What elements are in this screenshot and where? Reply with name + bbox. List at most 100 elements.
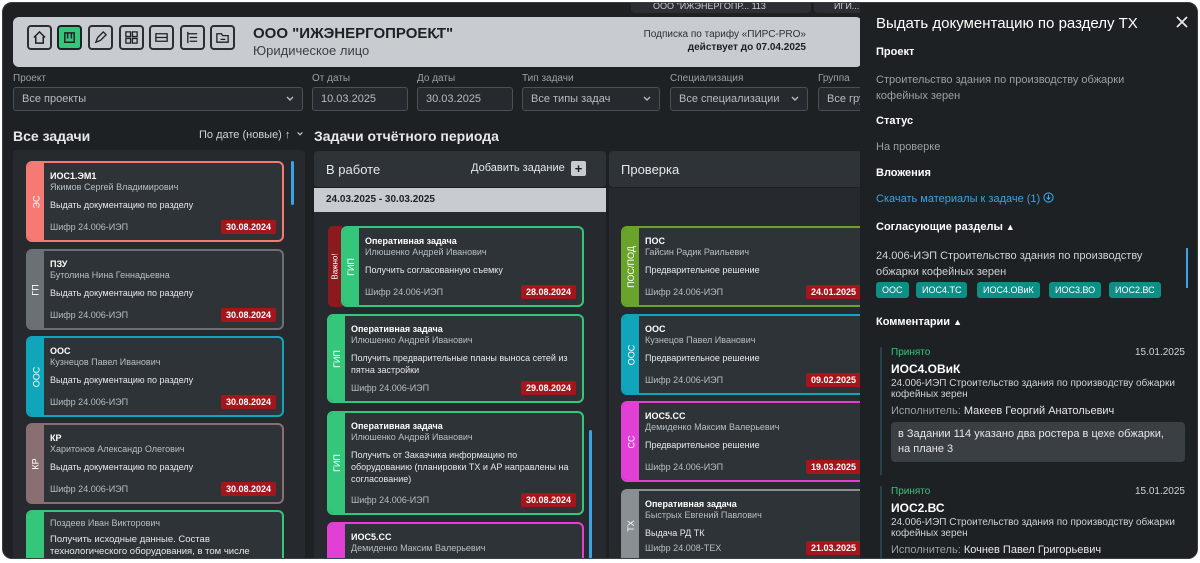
filter-group-select[interactable]: Все гру <box>818 87 862 111</box>
all-tasks-scrollbar[interactable] <box>291 161 294 205</box>
card-strip-label: СС <box>626 435 636 448</box>
card-desc: Выдача РД ТК <box>645 528 705 538</box>
card-strip: ООС <box>623 316 639 393</box>
chevron-down-icon <box>791 96 799 101</box>
card-strip-label: ГИП <box>332 349 342 368</box>
all-tasks-title: Все задачи <box>13 128 91 144</box>
card-code: КР <box>50 433 62 443</box>
section-tag[interactable]: ИОС2.ВС <box>1109 282 1161 298</box>
executor-name: Кочнев Павел Григорьевич <box>963 544 1102 556</box>
column-header-in-progress: В работе Добавить задание + <box>314 151 606 187</box>
add-task-button[interactable]: Добавить задание <box>471 162 565 174</box>
filter-date-from-input[interactable]: 10.03.2025 <box>312 87 408 111</box>
card-person: Демиденко Максим Валерьевич <box>351 543 486 553</box>
filter-task-type-select[interactable]: Все типы задач <box>522 87 660 111</box>
filter-date-from-value: 10.03.2025 <box>321 93 377 105</box>
filter-project-select[interactable]: Все проекты <box>13 87 303 111</box>
org-name: ООО "ИЖЭНЕРГОПРОЕКТ" <box>253 25 454 42</box>
card-person: Гайсин Радик Раильевич <box>645 247 750 257</box>
card-date-badge: 30.08.2024 <box>220 220 276 234</box>
comment-item: Принято 15.01.2025 ИОС2.ВС 24.006-ИЭП Ст… <box>880 486 1185 558</box>
caret-up-icon: ▲ <box>953 317 963 327</box>
task-card[interactable]: КР КР Харитонов Александр Олегович Выдат… <box>26 423 284 504</box>
task-card[interactable]: ЭС ИОС1.ЭМ1 Якимов Сергей Владимирович В… <box>26 161 284 242</box>
cards-button[interactable] <box>149 25 174 50</box>
comment-item: Принято 15.01.2025 ИОС4.ОВиК 24.006-ИЭП … <box>880 347 1185 475</box>
filter-date-to-label: До даты <box>417 73 456 84</box>
home-button[interactable] <box>27 25 52 50</box>
add-task-label: Добавить задание <box>471 162 565 174</box>
panel-title: Выдать документацию по разделу ТХ <box>876 15 1138 32</box>
important-flag: Важно! <box>328 226 342 307</box>
subscription-text: Подписка по тарифу «ПИРС-PRO» <box>643 29 806 40</box>
task-card[interactable]: Поздеев Иван Викторович Получить исходны… <box>26 510 284 558</box>
board-icon <box>64 32 75 43</box>
task-card[interactable]: ГИП Оперативная задача Илюшенко Андрей И… <box>341 226 584 307</box>
list-tree-icon <box>187 31 198 44</box>
section-tag[interactable]: ООС <box>876 282 909 298</box>
card-code: ИОС5.СС <box>645 411 686 421</box>
filter-specialization-select[interactable]: Все специализации <box>670 87 808 111</box>
section-tag[interactable]: ИОС3.ВО <box>1049 282 1102 298</box>
card-strip-label: ПОС/ПОД <box>626 245 636 288</box>
card-date-badge: 30.08.2024 <box>520 493 576 507</box>
section-tag[interactable]: ИОС4.ОВиК <box>977 282 1040 298</box>
comment-code: ИОС2.ВС <box>891 501 945 515</box>
task-card[interactable]: ГИП Оперативная задача Илюшенко Андрей И… <box>327 411 584 515</box>
task-card[interactable]: СС ИОС5.СС Демиденко Максим Валерьевич П… <box>621 401 871 482</box>
card-strip <box>329 524 345 558</box>
card-code: ИОС5.СС <box>351 532 392 542</box>
comment-date: 15.01.2025 <box>1134 486 1185 497</box>
card-cipher: Шифр 24.006-ИЭП <box>365 287 444 297</box>
card-desc: Выдать документацию по разделу <box>50 462 194 472</box>
sort-dropdown[interactable]: По дате (новые) ↑ <box>199 129 304 141</box>
card-cipher: Шифр 24.006-ИЭП <box>645 287 724 297</box>
card-strip: ТХ <box>623 491 639 558</box>
card-date-badge: 09.02.2025 <box>805 373 861 387</box>
card-cipher: Шифр 24.006-ИЭП <box>645 375 724 385</box>
card-code: ИОС1.ЭМ1 <box>50 171 97 181</box>
list-button[interactable] <box>180 25 205 50</box>
card-date-badge: 21.03.2025 <box>805 541 861 555</box>
attachments-label: Вложения <box>876 167 931 179</box>
card-date-badge: 29.08.2024 <box>520 381 576 395</box>
comment-code: ИОС4.ОВиК <box>891 362 961 376</box>
card-strip-label: ГП <box>31 283 41 296</box>
task-card[interactable]: ООС ООС Кузнецов Павел Иванович Выдать д… <box>26 336 284 417</box>
filter-task-type-label: Тип задачи <box>522 73 574 84</box>
card-code: Оперативная задача <box>645 499 737 509</box>
in-progress-scrollbar[interactable] <box>589 430 592 558</box>
card-date-badge: 28.08.2024 <box>520 285 576 299</box>
task-card[interactable]: ТХ Оперативная задача Быстрых Евгений Па… <box>621 489 871 558</box>
section-tag[interactable]: ИОС4.ТС <box>916 282 968 298</box>
task-card[interactable]: ГП ПЗУ Бутолина Нина Геннадьевна Выдать … <box>26 249 284 330</box>
approving-scrollbar[interactable] <box>1186 248 1188 288</box>
grid-button[interactable] <box>119 25 144 50</box>
task-card[interactable]: ПОС/ПОД ПОС Гайсин Радик Раильевич Предв… <box>621 226 871 307</box>
edit-button[interactable] <box>88 25 113 50</box>
card-strip: ЭС <box>28 163 44 240</box>
org-dropdown-chevron-icon[interactable] <box>431 29 441 39</box>
approving-sections-toggle[interactable]: Согласующие разделы ▲ <box>876 221 1015 233</box>
comment-project: 24.006-ИЭП Строительство здания по произ… <box>891 517 1175 539</box>
card-code: ПОС <box>645 236 665 246</box>
card-person: Демиденко Максим Валерьевич <box>645 422 780 432</box>
add-task-plus-icon[interactable]: + <box>571 161 586 176</box>
filter-project-label: Проект <box>13 73 46 84</box>
card-person: Кузнецов Павел Иванович <box>50 357 161 367</box>
folder-button[interactable] <box>210 25 235 50</box>
account-chip[interactable]: ООО "ИЖЭНЕРГОПР... 113 <box>631 3 811 13</box>
board-button[interactable] <box>57 25 82 50</box>
header-bar: ООО "ИЖЭНЕРГОПРОЕКТ" Юридическое лицо По… <box>13 17 862 67</box>
filter-date-to-input[interactable]: 30.03.2025 <box>417 87 513 111</box>
column-title-in-progress: В работе <box>326 162 381 177</box>
task-card[interactable]: ИОС5.СС Демиденко Максим Валерьевич <box>327 522 584 558</box>
download-materials-link[interactable]: Скачать материалы к задаче (1) <box>876 192 1054 205</box>
week-bar: 24.03.2025 - 30.03.2025 <box>314 188 606 212</box>
task-card[interactable]: ГИП Оперативная задача Илюшенко Андрей И… <box>327 314 584 403</box>
comments-toggle[interactable]: Комментарии ▲ <box>876 316 962 328</box>
important-flag-label: Важно! <box>330 253 340 280</box>
task-card[interactable]: ООС ООС Кузнецов Павел Иванович Предвари… <box>621 314 871 395</box>
close-button[interactable] <box>1175 15 1189 29</box>
comments-label: Комментарии <box>876 316 951 328</box>
